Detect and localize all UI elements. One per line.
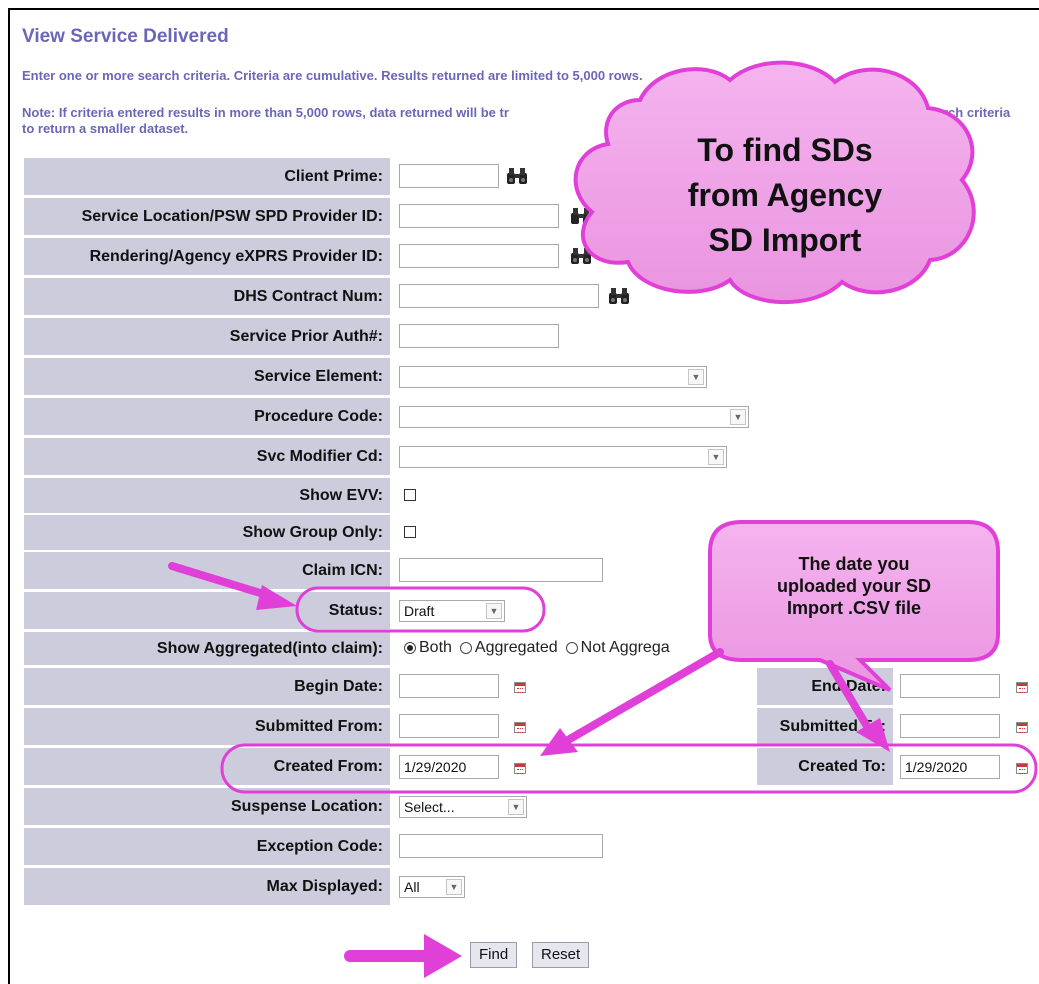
cloud-callout-line3: SD Import (708, 222, 862, 258)
date-callout-line3: Import .CSV file (786, 598, 921, 618)
status-arrow-shaft (168, 562, 274, 600)
cloud-callout-line1: To find SDs (697, 132, 873, 168)
find-arrow-head (424, 934, 462, 978)
cloud-callout-line2: from Agency (687, 177, 883, 213)
status-arrow-head (256, 585, 297, 610)
date-callout-line1: The date you (798, 554, 910, 574)
date-callout-text: The date you uploaded your SD Import .CS… (722, 553, 986, 619)
cloud-callout-text: To find SDs from Agency SD Import (640, 128, 930, 263)
date-callout-line2: uploaded your SD (776, 576, 931, 596)
created-from-arrow-shaft (564, 648, 724, 744)
status-highlight (295, 586, 546, 633)
created-dates-highlight (220, 743, 1038, 794)
